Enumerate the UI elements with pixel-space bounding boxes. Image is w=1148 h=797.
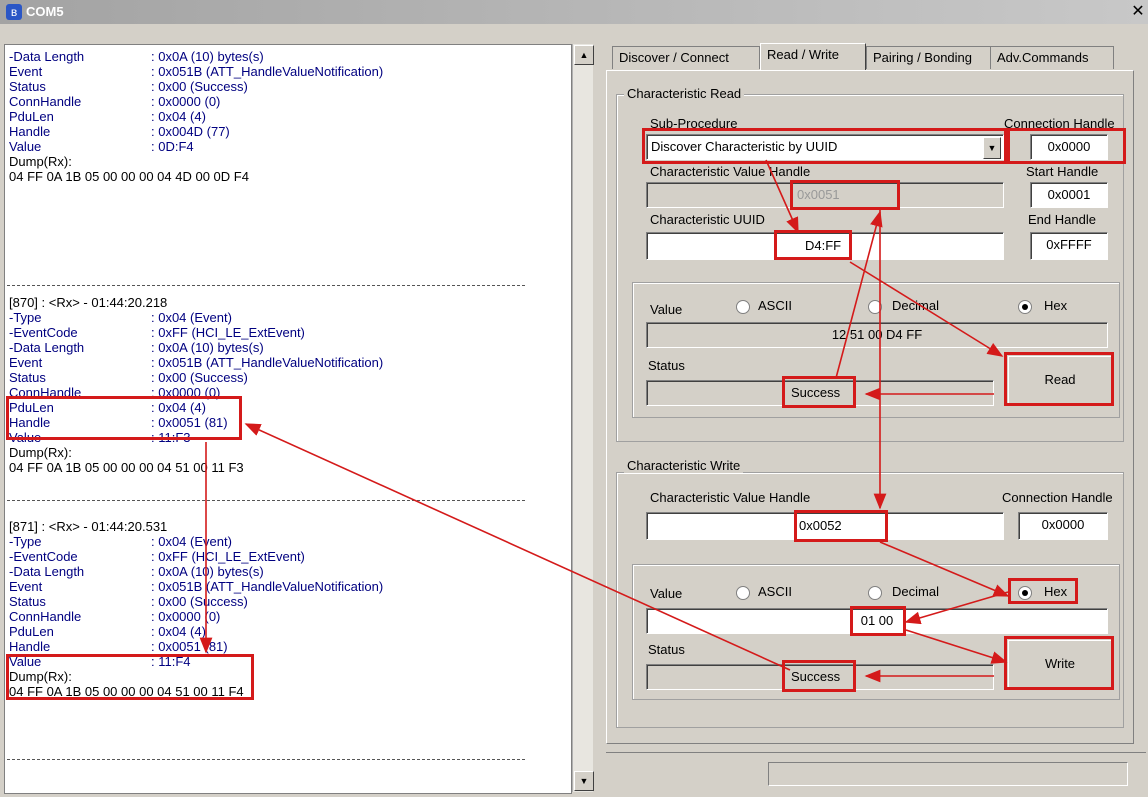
arrow	[849, 261, 1004, 357]
annotation-arrows	[199, 159, 1010, 683]
arrow	[765, 159, 799, 234]
arrow	[244, 423, 791, 671]
arrow	[904, 591, 1009, 625]
arrow	[905, 629, 1008, 664]
arrow	[879, 541, 1010, 597]
arrow	[835, 210, 883, 379]
